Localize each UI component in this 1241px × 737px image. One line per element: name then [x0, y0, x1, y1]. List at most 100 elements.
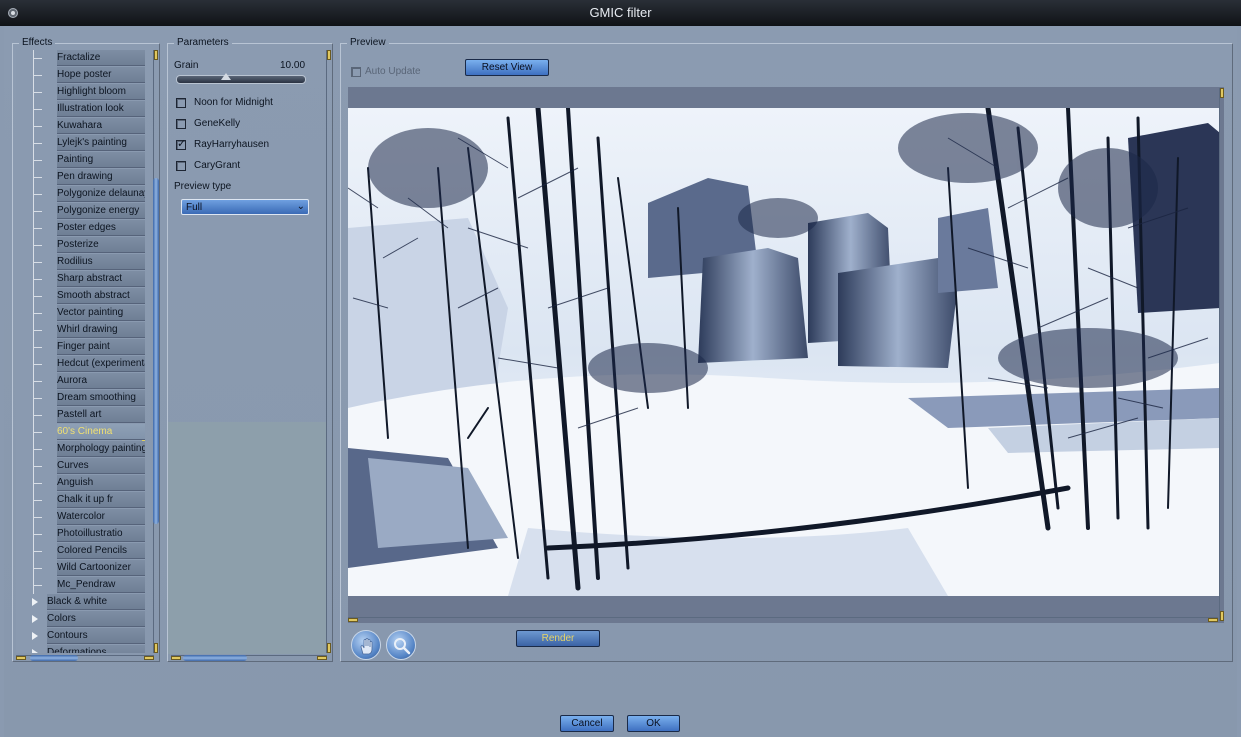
scroll-up-cap[interactable]	[1220, 88, 1224, 98]
effect-category[interactable]: Deformations	[16, 645, 145, 653]
scroll-down-cap[interactable]	[1220, 611, 1224, 621]
effect-item[interactable]: Finger paint	[16, 339, 145, 356]
auto-update-label: Auto Update	[365, 66, 421, 77]
effect-item[interactable]: 60's Cinema	[16, 424, 145, 441]
scroll-right-cap[interactable]	[317, 656, 327, 660]
preview-vertical-scrollbar[interactable]	[1219, 88, 1225, 621]
effect-item[interactable]: Illustration look	[16, 101, 145, 118]
parameters-vertical-scrollbar[interactable]	[326, 50, 332, 653]
effect-item-label: Vector painting	[57, 305, 145, 321]
effect-item[interactable]: Posterize	[16, 237, 145, 254]
scroll-right-cap[interactable]	[1208, 618, 1218, 622]
effect-item[interactable]: Rodilius	[16, 254, 145, 271]
effect-item[interactable]: Hedcut (experimenta	[16, 356, 145, 373]
effects-horizontal-scrollbar[interactable]	[16, 655, 154, 661]
scroll-thumb[interactable]	[183, 655, 247, 661]
scroll-down-cap[interactable]	[327, 643, 331, 653]
effect-item[interactable]: Painting	[16, 152, 145, 169]
effect-item[interactable]: Pastell art	[16, 407, 145, 424]
reset-view-button[interactable]: Reset View	[465, 59, 549, 76]
tree-branch	[33, 415, 42, 416]
effect-item-label: Posterize	[57, 237, 145, 253]
effect-item-label: Fractalize	[57, 50, 145, 66]
effects-tree[interactable]: Fractalize Hope poster Highlight bloom Illu…	[16, 50, 145, 653]
effect-item[interactable]: Hope poster	[16, 67, 145, 84]
tree-branch	[33, 483, 42, 484]
effect-item-label: Illustration look	[57, 101, 145, 117]
effect-item[interactable]: Dream smoothing	[16, 390, 145, 407]
effect-item[interactable]: Smooth abstract	[16, 288, 145, 305]
effect-item[interactable]: Aurora	[16, 373, 145, 390]
scroll-right-cap[interactable]	[144, 656, 154, 660]
scroll-up-cap[interactable]	[327, 50, 331, 60]
tree-branch	[33, 296, 42, 297]
scroll-left-cap[interactable]	[16, 656, 26, 660]
effect-category[interactable]: Contours	[16, 628, 145, 645]
effect-category[interactable]: Colors	[16, 611, 145, 628]
tree-branch	[33, 364, 42, 365]
tree-branch	[33, 143, 42, 144]
preview-viewport[interactable]	[348, 87, 1224, 623]
effect-item[interactable]: Wild Cartoonizer	[16, 560, 145, 577]
checkbox-box[interactable]	[176, 161, 186, 171]
effect-item[interactable]: Morphology painting	[16, 441, 145, 458]
effect-item[interactable]: Polygonize delaunay	[16, 186, 145, 203]
scroll-left-cap[interactable]	[348, 618, 358, 622]
expand-arrow-icon[interactable]	[32, 632, 38, 640]
effect-item[interactable]: Fractalize	[16, 50, 145, 67]
preview-horizontal-scrollbar[interactable]	[348, 617, 1218, 623]
checkbox-box[interactable]	[176, 98, 186, 108]
auto-update-box[interactable]	[351, 67, 361, 77]
ok-button[interactable]: OK	[627, 715, 680, 732]
effect-item[interactable]: Photoillustratio	[16, 526, 145, 543]
effect-item[interactable]: Pen drawing	[16, 169, 145, 186]
effect-item[interactable]: Highlight bloom	[16, 84, 145, 101]
grain-value: 10.00	[280, 60, 306, 71]
expand-arrow-icon[interactable]	[32, 649, 38, 653]
effect-item[interactable]: Vector painting	[16, 305, 145, 322]
effect-item[interactable]: Polygonize energy	[16, 203, 145, 220]
preview-type-select[interactable]: Full ⌄	[181, 199, 309, 215]
category-label: Black & white	[47, 594, 145, 610]
scroll-thumb[interactable]	[30, 655, 78, 661]
tree-branch	[33, 568, 42, 569]
effect-item-label: Pen drawing	[57, 169, 145, 185]
effect-item[interactable]: Sharp abstract	[16, 271, 145, 288]
preview-type-value: Full	[186, 202, 203, 213]
scroll-thumb[interactable]	[153, 178, 159, 524]
render-button[interactable]: Render	[516, 630, 600, 647]
expand-arrow-icon[interactable]	[32, 598, 38, 606]
effect-item[interactable]: Mc_Pendraw	[16, 577, 145, 594]
grain-slider[interactable]	[176, 73, 306, 84]
effect-item[interactable]: Chalk it up fr	[16, 492, 145, 509]
effect-category[interactable]: Black & white	[16, 594, 145, 611]
zoom-tool-button[interactable]	[386, 630, 416, 660]
tree-branch	[33, 109, 42, 110]
tree-branch	[33, 58, 42, 59]
checkbox-box[interactable]	[176, 119, 186, 129]
tree-branch	[33, 245, 42, 246]
pan-tool-button[interactable]	[351, 630, 381, 660]
effect-item[interactable]: Colored Pencils	[16, 543, 145, 560]
effect-item-label: Poster edges	[57, 220, 145, 236]
scroll-down-cap[interactable]	[154, 643, 158, 653]
effect-item[interactable]: Whirl drawing	[16, 322, 145, 339]
tree-branch	[33, 279, 42, 280]
effect-item-label: Polygonize energy	[57, 203, 145, 219]
effect-item[interactable]: Lylejk's painting	[16, 135, 145, 152]
cancel-button[interactable]: Cancel	[560, 715, 614, 732]
scroll-left-cap[interactable]	[171, 656, 181, 660]
effects-vertical-scrollbar[interactable]	[153, 50, 159, 653]
scroll-up-cap[interactable]	[154, 50, 158, 60]
effect-item[interactable]: Watercolor	[16, 509, 145, 526]
slider-knob[interactable]	[221, 73, 231, 80]
checkbox-box[interactable]	[176, 137, 186, 150]
effect-item[interactable]: Curves	[16, 458, 145, 475]
effect-item[interactable]: Kuwahara	[16, 118, 145, 135]
effect-item[interactable]: Anguish	[16, 475, 145, 492]
effect-item-label: Anguish	[57, 475, 145, 491]
effect-item-label: Smooth abstract	[57, 288, 145, 304]
effect-item[interactable]: Poster edges	[16, 220, 145, 237]
expand-arrow-icon[interactable]	[32, 615, 38, 623]
parameters-horizontal-scrollbar[interactable]	[171, 655, 327, 661]
